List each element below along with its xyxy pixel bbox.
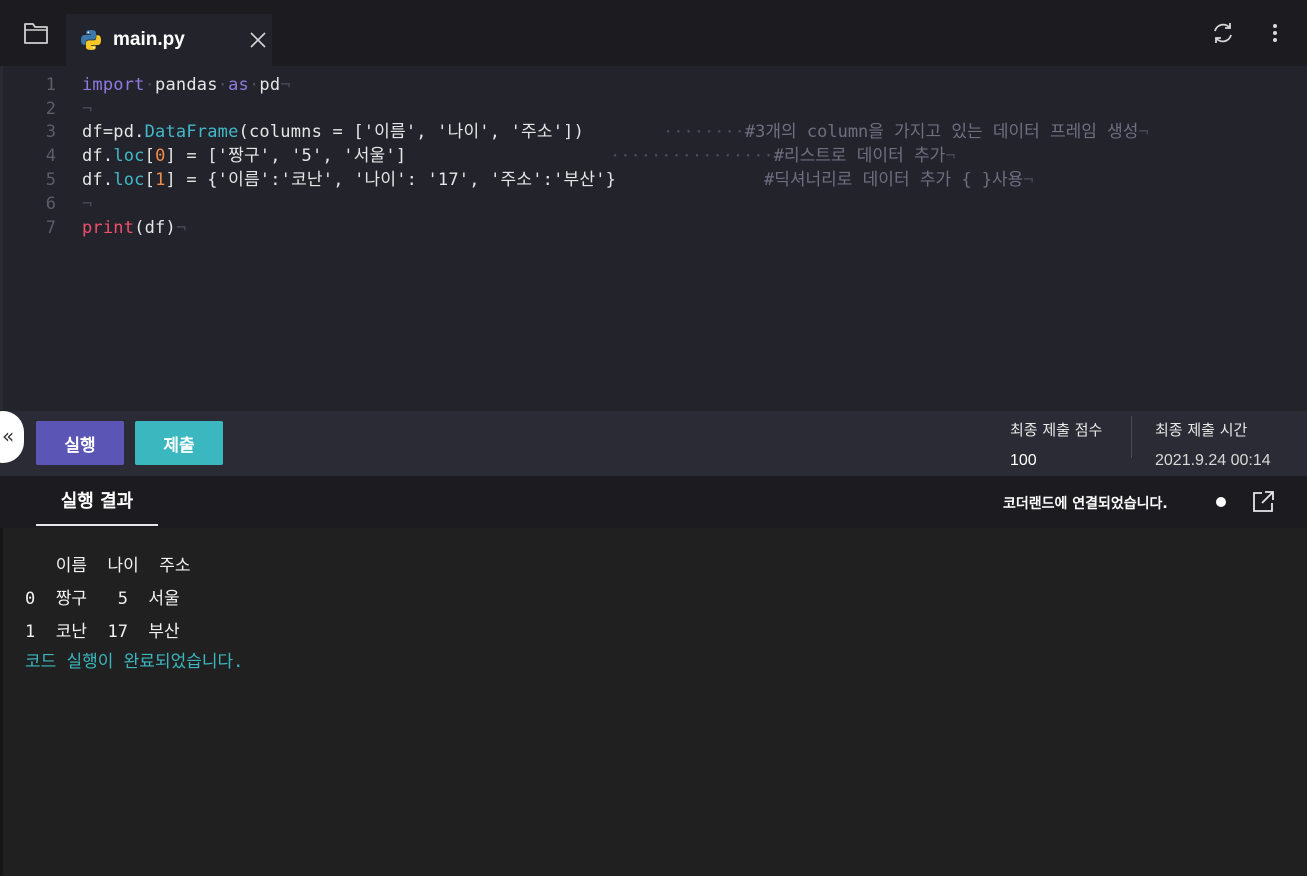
line-number: 3 bbox=[45, 122, 56, 142]
python-icon bbox=[80, 29, 102, 51]
eol-marker: ¬ bbox=[1023, 170, 1034, 190]
tab-filename: main.py bbox=[113, 29, 185, 50]
top-bar: main.py bbox=[0, 0, 1307, 66]
output-console: 이름 나이 주소 0 짱구 5 서울 1 코난 17 부산 코드 실행이 완료되… bbox=[0, 528, 1307, 876]
divider bbox=[1131, 416, 1132, 458]
submit-button[interactable]: 제출 bbox=[135, 421, 223, 465]
connection-status: 코더랜드에 연결되었습니다. bbox=[1003, 496, 1168, 512]
function-name: loc bbox=[113, 170, 145, 190]
code-line-3: 3 df=pd.DataFrame(columns = ['이름', '나이',… bbox=[0, 120, 1307, 144]
whitespace-leader: ········ bbox=[663, 122, 745, 142]
line-number: 7 bbox=[45, 218, 56, 238]
collapse-sidebar-button[interactable]: « bbox=[0, 411, 24, 463]
control-bar: « 실행 제출 최종 제출 점수 100 최종 제출 시간 2021.9.24 … bbox=[0, 411, 1307, 476]
comment-text: #딕셔너리로 데이터 추가 { }사용 bbox=[764, 170, 1024, 190]
keyword-as: as bbox=[228, 75, 249, 95]
double-chevron-left-icon: « bbox=[2, 424, 15, 448]
keyword-import: import bbox=[82, 75, 145, 95]
code-segment: [ bbox=[144, 146, 156, 166]
number-literal: 1 bbox=[155, 170, 166, 190]
line-number: 5 bbox=[45, 170, 56, 190]
code-text: ¬ bbox=[82, 97, 92, 121]
code-comment: ················#리스트로 데이터 추가¬ bbox=[610, 144, 955, 168]
code-segment: (columns = ['이름', '나이', '주소']) bbox=[238, 122, 585, 142]
code-segment: ] = {'이름':'코난', '나이': '17', '주소':'부산'} bbox=[165, 170, 617, 190]
eol-marker: ¬ bbox=[1138, 122, 1149, 142]
line-number: 4 bbox=[45, 146, 56, 166]
code-editor[interactable]: 1 import·pandas·as·pd¬ 2 ¬ 3 df=pd.DataF… bbox=[0, 66, 1307, 411]
code-line-5: 5 df.loc[1] = {'이름':'코난', '나이': '17', '주… bbox=[0, 168, 1307, 192]
external-link-icon[interactable] bbox=[1250, 489, 1276, 515]
code-text: df=pd.DataFrame(columns = ['이름', '나이', '… bbox=[82, 120, 584, 144]
run-button[interactable]: 실행 bbox=[36, 421, 124, 465]
function-name: DataFrame bbox=[144, 122, 239, 142]
code-text: import·pandas·as·pd¬ bbox=[82, 75, 291, 95]
code-line-1: 1 import·pandas·as·pd¬ bbox=[0, 73, 1307, 97]
folder-icon[interactable] bbox=[22, 20, 50, 46]
success-message: 코드 실행이 완료되었습니다. bbox=[25, 652, 244, 672]
output-left-border bbox=[0, 528, 3, 876]
comment-text: #3개의 column을 가지고 있는 데이터 프레임 생성 bbox=[744, 122, 1139, 142]
eol-marker: ¬ bbox=[175, 218, 187, 238]
module-name: pandas bbox=[155, 75, 218, 95]
final-time-label: 최종 제출 시간 bbox=[1155, 421, 1248, 439]
output-line: 1 코난 17 부산 bbox=[25, 622, 180, 642]
code-segment: ] = ['짱구', '5', '서울'] bbox=[165, 146, 407, 166]
code-line-2: 2 ¬ bbox=[0, 97, 1307, 121]
more-vertical-icon[interactable] bbox=[1264, 20, 1286, 46]
code-text: df.loc[0] = ['짱구', '5', '서울'] bbox=[82, 144, 406, 168]
code-text: df.loc[1] = {'이름':'코난', '나이': '17', '주소'… bbox=[82, 168, 616, 192]
line-number: 6 bbox=[45, 194, 56, 214]
code-comment: ········#3개의 column을 가지고 있는 데이터 프레임 생성¬ bbox=[663, 120, 1149, 144]
code-segment: df. bbox=[82, 146, 114, 166]
function-name: loc bbox=[113, 146, 145, 166]
module-alias: pd bbox=[259, 75, 281, 95]
code-text: ¬ bbox=[82, 192, 92, 216]
eol-marker: ¬ bbox=[280, 75, 291, 95]
eol-marker: ¬ bbox=[945, 146, 956, 166]
output-line: 이름 나이 주소 bbox=[25, 556, 191, 576]
comment-text: #리스트로 데이터 추가 bbox=[773, 146, 946, 166]
code-segment: df. bbox=[82, 170, 114, 190]
code-segment: df=pd. bbox=[82, 122, 145, 142]
line-number: 1 bbox=[45, 75, 56, 95]
final-score: 최종 제출 점수 100 bbox=[1010, 419, 1120, 470]
file-tab[interactable]: main.py bbox=[66, 14, 272, 66]
code-comment: #딕셔너리로 데이터 추가 { }사용¬ bbox=[764, 168, 1034, 192]
final-score-value: 100 bbox=[1010, 452, 1037, 469]
code-segment: [ bbox=[144, 170, 156, 190]
whitespace-leader: ················ bbox=[610, 146, 774, 166]
code-text: print(df)¬ bbox=[82, 216, 186, 240]
output-line: 0 짱구 5 서울 bbox=[25, 589, 180, 609]
tab-execution-result[interactable]: 실행 결과 bbox=[36, 476, 158, 526]
code-line-6: 6 ¬ bbox=[0, 192, 1307, 216]
close-icon[interactable] bbox=[248, 30, 268, 50]
code-segment: (df) bbox=[134, 218, 176, 238]
code-line-7: 7 print(df)¬ bbox=[0, 216, 1307, 240]
refresh-icon[interactable] bbox=[1210, 20, 1236, 46]
eol-marker: ¬ bbox=[82, 194, 93, 214]
final-submit-time: 최종 제출 시간 2021.9.24 00:14 bbox=[1155, 419, 1305, 470]
eol-marker: ¬ bbox=[82, 99, 93, 119]
number-literal: 0 bbox=[155, 146, 166, 166]
result-header: 실행 결과 코더랜드에 연결되었습니다. bbox=[0, 476, 1307, 528]
code-line-4: 4 df.loc[0] = ['짱구', '5', '서울'] ········… bbox=[0, 144, 1307, 168]
line-number: 2 bbox=[45, 99, 56, 119]
print-keyword: print bbox=[82, 218, 135, 238]
final-time-value: 2021.9.24 00:14 bbox=[1155, 452, 1271, 469]
status-dot-icon bbox=[1216, 497, 1226, 507]
final-score-label: 최종 제출 점수 bbox=[1010, 421, 1103, 439]
